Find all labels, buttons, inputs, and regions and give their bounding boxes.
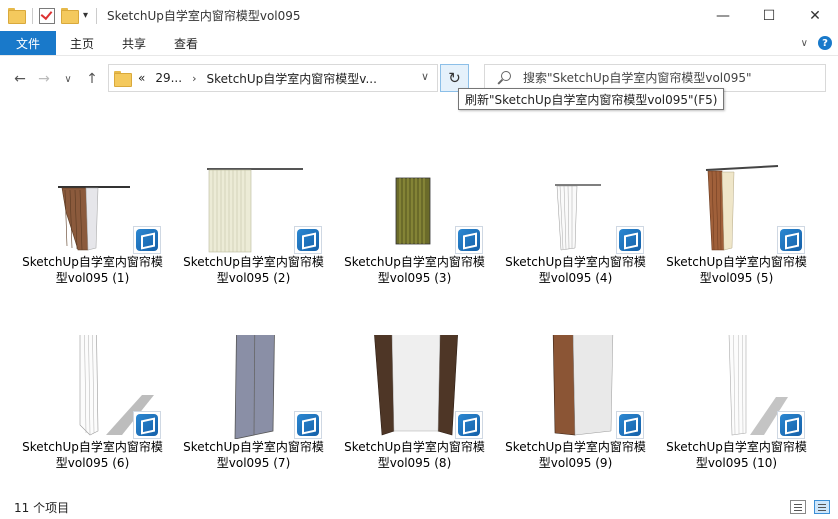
file-name-line: 型vol095 (8)	[377, 456, 452, 470]
breadcrumb-item[interactable]: 29...	[155, 71, 182, 85]
file-item[interactable]: SketchUp自学室内窗帘模 型vol095 (6)	[12, 335, 173, 505]
divider	[96, 7, 98, 24]
search-icon	[497, 71, 511, 85]
file-name-line: 型vol095 (10)	[695, 456, 778, 470]
file-name-line: SketchUp自学室内窗帘模	[666, 440, 807, 454]
item-count: 11 个项目	[14, 501, 70, 515]
window-title: SketchUp自学室内窗帘模型vol095	[107, 9, 301, 23]
back-arrow-icon[interactable]: ←	[8, 67, 32, 91]
sketchup-file-icon	[455, 411, 483, 439]
details-view-icon[interactable]	[790, 500, 806, 514]
help-icon[interactable]: ?	[818, 36, 832, 50]
new-folder-icon[interactable]	[61, 7, 79, 24]
folder-icon[interactable]	[8, 7, 26, 24]
tab-view[interactable]: 查看	[160, 31, 212, 55]
folder-icon	[114, 71, 132, 87]
sketchup-file-icon	[616, 411, 644, 439]
sketchup-file-icon	[777, 411, 805, 439]
breadcrumb-item[interactable]: SketchUp自学室内窗帘模型v...	[206, 70, 376, 87]
customize-toolbar-dropdown-icon[interactable]: ▾	[83, 10, 88, 21]
file-item[interactable]: SketchUp自学室内窗帘模 型vol095 (9)	[495, 335, 656, 505]
quick-access-toolbar: ▾	[0, 0, 103, 31]
ribbon-tabs: 文件 主页 共享 查看 ∨ ?	[0, 31, 838, 56]
minimize-button[interactable]: —	[700, 0, 746, 31]
sketchup-file-icon	[616, 226, 644, 254]
file-item[interactable]: SketchUp自学室内窗帘模 型vol095 (2)	[173, 150, 334, 320]
breadcrumb-separator-icon[interactable]: ›	[192, 72, 196, 85]
maximize-button[interactable]: ☐	[746, 0, 792, 31]
file-name-line: SketchUp自学室内窗帘模	[22, 255, 163, 269]
breadcrumb-overflow[interactable]: «	[138, 71, 145, 85]
file-item[interactable]: SketchUp自学室内窗帘模 型vol095 (1)	[12, 150, 173, 320]
close-button[interactable]: ✕	[792, 0, 838, 31]
file-item[interactable]: SketchUp自学室内窗帘模 型vol095 (3)	[334, 150, 495, 320]
sketchup-file-icon	[133, 411, 161, 439]
title-bar: ▾ SketchUp自学室内窗帘模型vol095 — ☐ ✕	[0, 0, 838, 31]
file-name-line: 型vol095 (2)	[216, 271, 291, 285]
file-name-line: SketchUp自学室内窗帘模	[344, 440, 485, 454]
file-name-line: 型vol095 (4)	[538, 271, 613, 285]
tab-home[interactable]: 主页	[56, 31, 108, 55]
properties-icon[interactable]	[39, 7, 55, 24]
forward-arrow-icon[interactable]: →	[32, 67, 56, 91]
file-name-line: 型vol095 (3)	[377, 271, 452, 285]
sketchup-file-icon	[294, 411, 322, 439]
file-name-line: 型vol095 (9)	[538, 456, 613, 470]
file-item[interactable]: SketchUp自学室内窗帘模 型vol095 (5)	[656, 150, 817, 320]
file-name-line: 型vol095 (7)	[216, 456, 291, 470]
tab-file[interactable]: 文件	[0, 31, 56, 55]
address-dropdown-chevron-icon[interactable]: ∨	[421, 70, 429, 83]
file-name-line: SketchUp自学室内窗帘模	[505, 440, 646, 454]
sketchup-file-icon	[455, 226, 483, 254]
file-name-line: SketchUp自学室内窗帘模	[22, 440, 163, 454]
file-name-line: 型vol095 (1)	[55, 271, 130, 285]
expand-ribbon-chevron-icon[interactable]: ∨	[801, 38, 808, 49]
file-name-line: SketchUp自学室内窗帘模	[666, 255, 807, 269]
sketchup-file-icon	[777, 226, 805, 254]
large-icons-view-icon[interactable]	[814, 500, 830, 514]
file-item[interactable]: SketchUp自学室内窗帘模 型vol095 (4)	[495, 150, 656, 320]
sketchup-file-icon	[294, 226, 322, 254]
tab-share[interactable]: 共享	[108, 31, 160, 55]
refresh-tooltip: 刷新"SketchUp自学室内窗帘模型vol095"(F5)	[458, 88, 725, 110]
status-bar: 11 个项目	[0, 496, 838, 519]
recent-locations-chevron-icon[interactable]: ∨	[56, 67, 80, 91]
file-name-line: SketchUp自学室内窗帘模	[183, 255, 324, 269]
file-name-line: SketchUp自学室内窗帘模	[344, 255, 485, 269]
refresh-icon: ↻	[448, 69, 461, 87]
search-input[interactable]	[523, 71, 813, 85]
file-item[interactable]: SketchUp自学室内窗帘模 型vol095 (7)	[173, 335, 334, 505]
file-item[interactable]: SketchUp自学室内窗帘模 型vol095 (10)	[656, 335, 817, 505]
sketchup-file-icon	[133, 226, 161, 254]
file-name-line: SketchUp自学室内窗帘模	[183, 440, 324, 454]
window-controls: — ☐ ✕	[700, 0, 838, 31]
file-name-line: SketchUp自学室内窗帘模	[505, 255, 646, 269]
file-name-line: 型vol095 (6)	[55, 456, 130, 470]
address-bar[interactable]: « 29... › SketchUp自学室内窗帘模型v... ∨	[108, 64, 438, 92]
file-name-line: 型vol095 (5)	[699, 271, 774, 285]
up-arrow-icon[interactable]: ↑	[80, 67, 104, 91]
divider	[32, 7, 33, 24]
file-item[interactable]: SketchUp自学室内窗帘模 型vol095 (8)	[334, 335, 495, 505]
